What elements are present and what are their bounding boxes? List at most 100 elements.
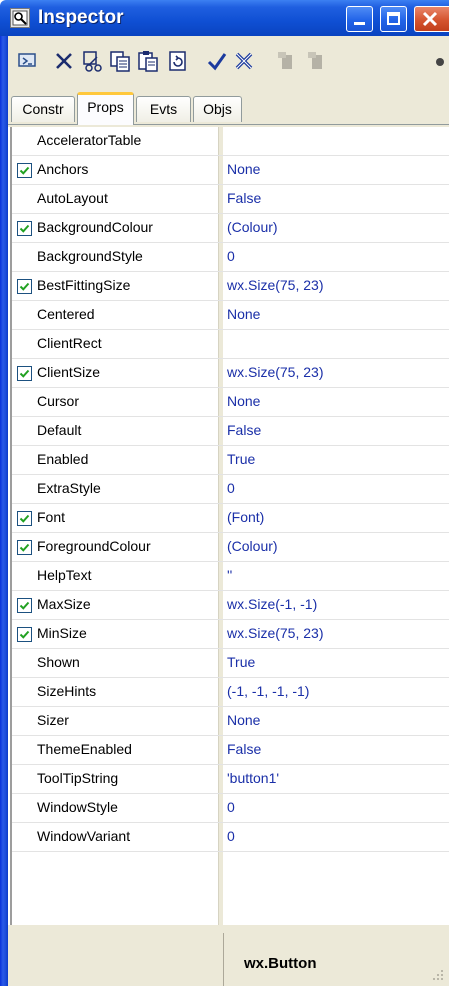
maximize-button[interactable] xyxy=(380,6,407,32)
property-value[interactable]: (-1, -1, -1, -1) xyxy=(227,683,309,699)
property-row[interactable]: ForegroundColour (Colour) xyxy=(12,533,449,562)
property-name: WindowVariant xyxy=(37,828,131,844)
tab-evts[interactable]: Evts xyxy=(136,96,191,122)
property-name: WindowStyle xyxy=(37,799,118,815)
property-name: Font xyxy=(37,509,66,525)
property-value[interactable]: 0 xyxy=(227,828,235,844)
copy-icon[interactable] xyxy=(108,49,134,75)
property-value[interactable]: False xyxy=(227,422,261,438)
property-name: AcceleratorTable xyxy=(37,132,142,148)
property-value[interactable]: wx.Size(75, 23) xyxy=(227,277,323,293)
tab-props[interactable]: Props xyxy=(77,92,134,125)
property-value[interactable]: wx.Size(75, 23) xyxy=(227,364,323,380)
property-row[interactable]: BackgroundColour (Colour) xyxy=(12,214,449,243)
property-checkbox[interactable] xyxy=(17,540,32,555)
property-value[interactable]: None xyxy=(227,393,260,409)
close-icon xyxy=(422,11,438,27)
property-row[interactable]: Centered None xyxy=(12,301,449,330)
property-row[interactable]: BestFittingSize wx.Size(75, 23) xyxy=(12,272,449,301)
property-row[interactable]: Font (Font) xyxy=(12,504,449,533)
property-row[interactable]: WindowStyle 0 xyxy=(12,794,449,823)
property-value[interactable]: wx.Size(-1, -1) xyxy=(227,596,317,612)
property-name: BestFittingSize xyxy=(37,277,131,293)
open-icon[interactable] xyxy=(16,49,42,75)
tab-strip: Constr Props Evts Objs xyxy=(8,89,449,127)
property-checkbox[interactable] xyxy=(17,627,32,642)
property-value[interactable]: (Colour) xyxy=(227,219,278,235)
property-value[interactable]: (Font) xyxy=(227,509,264,525)
property-row[interactable]: MinSize wx.Size(75, 23) xyxy=(12,620,449,649)
property-value[interactable]: 0 xyxy=(227,480,235,496)
property-row[interactable]: ExtraStyle 0 xyxy=(12,475,449,504)
tab-constr[interactable]: Constr xyxy=(11,96,75,122)
property-value[interactable]: wx.Size(75, 23) xyxy=(227,625,323,641)
property-row[interactable]: MaxSize wx.Size(-1, -1) xyxy=(12,591,449,620)
minimize-icon xyxy=(354,22,365,25)
property-value[interactable]: 'button1' xyxy=(227,770,279,786)
property-row[interactable]: ClientSize wx.Size(75, 23) xyxy=(12,359,449,388)
checkmark-icon xyxy=(19,369,30,378)
property-checkbox[interactable] xyxy=(17,221,32,236)
paste-icon[interactable] xyxy=(136,49,162,75)
property-checkbox[interactable] xyxy=(17,279,32,294)
property-name: Shown xyxy=(37,654,80,670)
property-row[interactable]: ClientRect xyxy=(12,330,449,359)
cancel-icon[interactable] xyxy=(232,49,258,75)
property-row[interactable]: ToolTipString 'button1' xyxy=(12,765,449,794)
property-name: BackgroundStyle xyxy=(37,248,143,264)
checkmark-icon xyxy=(19,630,30,639)
property-row[interactable]: SizeHints (-1, -1, -1, -1) xyxy=(12,678,449,707)
tab-objs[interactable]: Objs xyxy=(193,96,242,122)
minimize-button[interactable] xyxy=(346,6,373,32)
maximize-icon xyxy=(387,12,400,25)
property-checkbox[interactable] xyxy=(17,163,32,178)
overflow-chevron-icon[interactable] xyxy=(436,58,444,66)
property-row[interactable]: WindowVariant 0 xyxy=(12,823,449,852)
property-value[interactable]: None xyxy=(227,306,260,322)
property-value[interactable]: (Colour) xyxy=(227,538,278,554)
property-name: ForegroundColour xyxy=(37,538,151,554)
cut-icon[interactable] xyxy=(80,49,106,75)
property-name: ToolTipString xyxy=(37,770,119,786)
close-button[interactable] xyxy=(414,6,449,32)
title-bar[interactable]: Inspector xyxy=(0,0,449,36)
property-row[interactable]: AcceleratorTable xyxy=(12,127,449,156)
property-row[interactable]: ThemeEnabled False xyxy=(12,736,449,765)
property-name: BackgroundColour xyxy=(37,219,153,235)
property-row[interactable]: AutoLayout False xyxy=(12,185,449,214)
property-checkbox[interactable] xyxy=(17,598,32,613)
property-checkbox[interactable] xyxy=(17,511,32,526)
property-name: Cursor xyxy=(37,393,80,409)
property-name: Centered xyxy=(37,306,95,322)
resize-grip-icon[interactable] xyxy=(429,966,445,982)
property-name: ClientSize xyxy=(37,364,101,380)
property-row[interactable]: BackgroundStyle 0 xyxy=(12,243,449,272)
property-value[interactable]: True xyxy=(227,654,255,670)
property-name: ClientRect xyxy=(37,335,102,351)
property-value[interactable]: '' xyxy=(227,567,232,583)
post-icon[interactable] xyxy=(205,49,231,75)
property-row[interactable]: Shown True xyxy=(12,649,449,678)
property-value[interactable]: 0 xyxy=(227,248,235,264)
property-value[interactable]: None xyxy=(227,161,260,177)
property-row[interactable]: Default False xyxy=(12,417,449,446)
disabled-tool-icon xyxy=(304,49,330,75)
property-name: ThemeEnabled xyxy=(37,741,132,757)
delete-icon[interactable] xyxy=(52,49,78,75)
window-frame-left xyxy=(0,36,8,986)
property-row[interactable]: Enabled True xyxy=(12,446,449,475)
property-value[interactable]: False xyxy=(227,190,261,206)
property-row[interactable]: HelpText '' xyxy=(12,562,449,591)
property-name: Default xyxy=(37,422,82,438)
property-value[interactable]: True xyxy=(227,451,255,467)
property-value[interactable]: False xyxy=(227,741,261,757)
property-value[interactable]: 0 xyxy=(227,799,235,815)
toolbar xyxy=(8,36,449,89)
property-row[interactable]: Sizer None xyxy=(12,707,449,736)
property-name: Anchors xyxy=(37,161,89,177)
property-row[interactable]: Anchors None xyxy=(12,156,449,185)
property-checkbox[interactable] xyxy=(17,366,32,381)
refresh-icon[interactable] xyxy=(166,49,192,75)
property-value[interactable]: None xyxy=(227,712,260,728)
property-row[interactable]: Cursor None xyxy=(12,388,449,417)
